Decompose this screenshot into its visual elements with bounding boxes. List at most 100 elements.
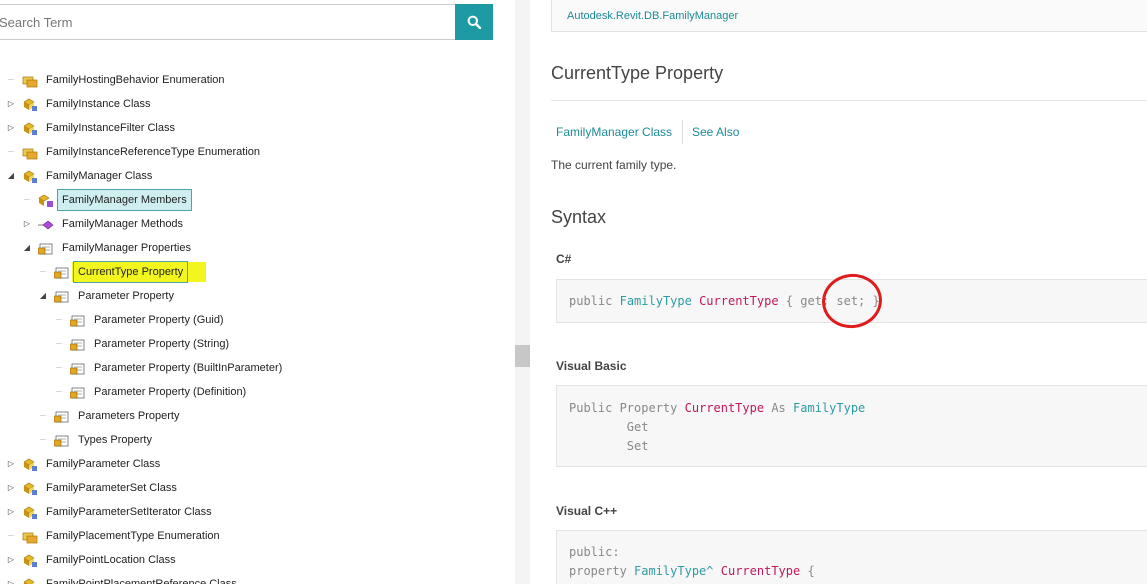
property-icon — [53, 289, 70, 303]
tree-item[interactable]: ◢ Parameter Property — [0, 284, 515, 308]
tree-item[interactable]: ─ Parameter Property (String) — [0, 332, 515, 356]
tree-item[interactable]: ▷ FamilyParameterSet Class — [0, 476, 515, 500]
code-member: CurrentType — [720, 564, 801, 578]
tree-item-label: FamilyInstanceFilter Class — [46, 122, 175, 134]
tree-item-label: Parameter Property (BuiltInParameter) — [94, 362, 283, 374]
code-type[interactable]: FamilyType^ — [634, 564, 713, 578]
search-input[interactable] — [0, 4, 456, 40]
tree-item[interactable]: ─ FamilyManager Members — [0, 188, 515, 212]
tree-item-label: FamilyParameterSetIterator Class — [46, 506, 212, 518]
expand-arrow-icon[interactable]: ▷ — [6, 476, 16, 500]
tree-item-label: FamilyInstance Class — [46, 98, 151, 110]
collapse-arrow-icon[interactable]: ◢ — [38, 284, 48, 308]
property-icon — [69, 313, 86, 327]
tree-item[interactable]: ▷ FamilyInstance Class — [0, 92, 515, 116]
tree-item-label: FamilyManager Class — [46, 170, 153, 182]
property-icon — [69, 361, 86, 375]
tree-item[interactable]: ▷ FamilyInstanceFilter Class — [0, 116, 515, 140]
vb-code-block[interactable]: Public Property CurrentType As FamilyTyp… — [556, 385, 1147, 467]
code-type[interactable]: FamilyType — [793, 401, 865, 415]
tree-connector: ─ — [40, 411, 46, 420]
tree-item[interactable]: ─ Parameter Property (BuiltInParameter) — [0, 356, 515, 380]
property-icon — [69, 337, 86, 351]
tree-item[interactable]: ─ Parameters Property — [0, 404, 515, 428]
tree-connector: ─ — [8, 531, 14, 540]
namespace-link[interactable]: Autodesk.Revit.DB.FamilyManager — [567, 10, 738, 22]
tree-item-label: CurrentType Property — [73, 261, 189, 283]
enum-icon — [22, 145, 38, 160]
property-icon — [53, 265, 70, 279]
code-keyword: property — [569, 564, 627, 578]
tree-item-label: FamilyPointPlacementReference Class — [46, 578, 237, 584]
property-icon — [37, 241, 54, 255]
collapse-arrow-icon[interactable]: ◢ — [6, 164, 16, 188]
tree-connector: ─ — [40, 435, 46, 444]
property-icon — [53, 433, 70, 447]
tree-item[interactable]: ▷ FamilyPointLocation Class — [0, 548, 515, 572]
code-keyword: Public Property — [569, 401, 678, 415]
tree-connector: ─ — [56, 363, 62, 372]
code-member: CurrentType — [699, 294, 779, 308]
expand-arrow-icon[interactable]: ▷ — [6, 452, 16, 476]
tree-item-label: Types Property — [78, 434, 152, 446]
code-keyword: Set — [626, 439, 649, 453]
tree-item-label: FamilyParameter Class — [46, 458, 161, 470]
tree-connector: ─ — [8, 147, 14, 156]
tree-connector: ─ — [8, 75, 14, 84]
expand-arrow-icon[interactable]: ▷ — [6, 92, 16, 116]
property-icon — [69, 385, 86, 399]
tree-pane: ─ FamilyHostingBehavior Enumeration ▷ Famil… — [0, 0, 530, 584]
tree-item[interactable]: ─ Types Property — [0, 428, 515, 452]
expand-arrow-icon[interactable]: ▷ — [6, 572, 16, 584]
code-keyword: public: — [569, 545, 620, 559]
csharp-heading: C# — [556, 252, 572, 266]
tree-item[interactable]: ─ Parameter Property (Definition) — [0, 380, 515, 404]
tree-item[interactable]: ─ FamilyPlacementType Enumeration — [0, 524, 515, 548]
tree-item[interactable]: ▷ FamilyPointPlacementReference Class — [0, 572, 515, 584]
enum-icon — [22, 529, 38, 544]
method-icon — [38, 217, 54, 231]
collapse-arrow-icon[interactable]: ◢ — [22, 236, 32, 260]
code-type[interactable]: FamilyType — [620, 294, 692, 308]
tree-item-label: Parameter Property (Guid) — [94, 314, 224, 326]
expand-arrow-icon[interactable]: ▷ — [6, 500, 16, 524]
tree-item-label: FamilyManager Methods — [62, 218, 184, 230]
tree-item-label: Parameter Property — [78, 290, 174, 302]
class-icon — [22, 505, 38, 519]
scrollbar-thumb[interactable] — [515, 345, 530, 367]
tree-item[interactable]: ─ FamilyInstanceReferenceType Enumeration — [0, 140, 515, 164]
see-also-link[interactable]: See Also — [692, 125, 739, 139]
tree-item[interactable]: ▷ FamilyParameter Class — [0, 452, 515, 476]
tree-item[interactable]: ▷ FamilyParameterSetIterator Class — [0, 500, 515, 524]
divider — [551, 100, 1147, 101]
family-manager-class-link[interactable]: FamilyManager Class — [556, 125, 672, 139]
tree-scrollbar[interactable] — [515, 0, 530, 584]
search-icon — [467, 15, 481, 29]
tree-item-label: Parameter Property (Definition) — [94, 386, 247, 398]
code-brace: { — [807, 564, 815, 578]
tree-item[interactable]: ◢ FamilyManager Properties — [0, 236, 515, 260]
tree-item-label: FamilyParameterSet Class — [46, 482, 177, 494]
syntax-heading: Syntax — [551, 207, 607, 227]
tree-item-label: Parameter Property (String) — [94, 338, 230, 350]
tree-connector: ─ — [24, 195, 30, 204]
members-icon — [38, 193, 54, 207]
tree-item[interactable]: ─ CurrentType Property — [0, 260, 515, 284]
namespace-bar: Autodesk.Revit.DB.FamilyManager — [551, 0, 1147, 32]
code-keyword: public — [569, 294, 613, 308]
tree-item-label: FamilyPlacementType Enumeration — [46, 530, 220, 542]
page-title: CurrentType Property — [551, 63, 724, 83]
expand-arrow-icon[interactable]: ▷ — [22, 212, 32, 236]
tree-item-label: Parameters Property — [78, 410, 180, 422]
tree-item[interactable]: ◢ FamilyManager Class — [0, 164, 515, 188]
tree-item[interactable]: ─ Parameter Property (Guid) — [0, 308, 515, 332]
class-icon — [22, 121, 38, 135]
tree-item-label: FamilyManager Members — [57, 189, 192, 211]
expand-arrow-icon[interactable]: ▷ — [6, 548, 16, 572]
tree-item[interactable]: ─ FamilyHostingBehavior Enumeration — [0, 68, 515, 92]
search-button[interactable] — [455, 4, 493, 40]
cpp-code-block[interactable]: public: property FamilyType^ CurrentType… — [556, 530, 1147, 584]
tree-item[interactable]: ▷ FamilyManager Methods — [0, 212, 515, 236]
class-icon — [22, 97, 38, 111]
expand-arrow-icon[interactable]: ▷ — [6, 116, 16, 140]
